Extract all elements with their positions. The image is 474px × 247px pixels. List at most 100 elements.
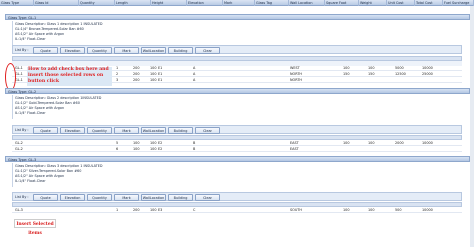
cell-elevation: E1 <box>158 66 163 70</box>
cell-length: 100 <box>133 147 140 151</box>
col-weight[interactable]: Weight <box>359 0 387 6</box>
cell-weight: 100 <box>368 141 375 145</box>
cell-length: 200 <box>133 66 140 70</box>
cell-quantity: 6 <box>116 147 119 151</box>
group-header-gl1[interactable]: Glass Type: GL-1 <box>5 14 470 20</box>
wall-location-button[interactable]: WallLocation <box>141 47 166 54</box>
cell-elevation: E2 <box>158 147 163 151</box>
cell-total-cost: 25000 <box>422 72 433 76</box>
quote-button[interactable]: Quote <box>33 194 58 201</box>
quote-button[interactable]: Quote <box>33 127 58 134</box>
cell-wall-location: EAST <box>290 147 299 151</box>
cell-height: 100 <box>150 141 157 145</box>
desc-line: IL:1/4" Float-Clear <box>15 37 46 41</box>
quantity-button[interactable]: Quantity <box>87 194 112 201</box>
col-wall-location[interactable]: Wall Location <box>289 0 325 6</box>
mark-button[interactable]: Mark <box>114 47 139 54</box>
cell-length: 200 <box>133 208 140 212</box>
vertical-scrollbar[interactable] <box>470 6 474 247</box>
insert-selected-button[interactable]: Insert Selected items <box>14 219 56 236</box>
quote-button[interactable]: Quote <box>33 47 58 54</box>
desc-line: AS:1/2" Air Space with Argon <box>15 174 65 178</box>
elevation-button[interactable]: Elevation <box>60 194 85 201</box>
building-button[interactable]: Building <box>168 194 193 201</box>
desc-line: IL:1/4" Float-Clear <box>15 179 46 183</box>
table-row[interactable]: GL-2 6 100 100 E2 B EAST <box>12 147 462 152</box>
desc-line: GL:1/4" Bronze-Tempered-Solar Ban #60 <box>15 27 84 31</box>
col-total-cost[interactable]: Total Cost <box>415 0 443 6</box>
cell-height: 100 <box>150 72 157 76</box>
table-row[interactable]: GL-3 1 200 100 E3 C SOUTH 100 100 500 10… <box>12 208 462 213</box>
clear-button[interactable]: Clear <box>195 194 220 201</box>
wall-location-button[interactable]: WallLocation <box>141 127 166 134</box>
col-length[interactable]: Length <box>115 0 151 6</box>
desc-line: Glass Description: Glass 1 description 1… <box>15 22 103 26</box>
group-header-gl3[interactable]: Glass Type: GL-3 <box>5 156 470 162</box>
cell-glass-id: GL-1 <box>15 78 23 82</box>
col-unit-cost[interactable]: Unit Cost <box>387 0 415 6</box>
cell-glass-id: GL-1 <box>15 66 23 70</box>
cell-length: 200 <box>133 72 140 76</box>
table-row[interactable]: GL-2 5 100 100 E2 B EAST 100 100 2000 10… <box>12 141 462 146</box>
desc-line: Glass Description: Glass 2 description 1… <box>15 96 102 100</box>
cell-mark: B <box>193 141 196 145</box>
annotation-note: How to add check box here and insert tho… <box>27 67 112 86</box>
desc-line: Glass Description: Glass 3 description 1… <box>15 164 103 168</box>
cell-glass-id: GL-2 <box>15 141 23 145</box>
elevation-button[interactable]: Elevation <box>60 127 85 134</box>
quantity-button[interactable]: Quantity <box>87 47 112 54</box>
cell-height: 100 <box>150 208 157 212</box>
col-glass-tag[interactable]: Glass Tag <box>255 0 289 6</box>
cell-square-foot: 150 <box>343 72 350 76</box>
list-by-label: List By : <box>15 128 29 132</box>
col-height[interactable]: Height <box>151 0 187 6</box>
building-button[interactable]: Building <box>168 47 193 54</box>
col-mark[interactable]: Mark <box>223 0 255 6</box>
list-by-bar: List By : Quote Elevation Quantity Mark … <box>12 125 462 134</box>
col-quantity[interactable]: Quantity <box>79 0 115 6</box>
building-button[interactable]: Building <box>168 127 193 134</box>
mark-button[interactable]: Mark <box>114 127 139 134</box>
cell-mark: A <box>193 66 196 70</box>
quantity-button[interactable]: Quantity <box>87 127 112 134</box>
elevation-button[interactable]: Elevation <box>60 47 85 54</box>
list-by-label: List By : <box>15 48 29 52</box>
cell-total-cost: 10000 <box>422 208 433 212</box>
wall-location-button[interactable]: WallLocation <box>141 194 166 201</box>
col-elevation[interactable]: Elevation <box>187 0 223 6</box>
cell-wall-location: EAST <box>290 141 299 145</box>
group-title: Glass Type: GL-2 <box>8 90 37 94</box>
cell-wall-location: SOUTH <box>290 208 302 212</box>
cell-mark: A <box>193 72 196 76</box>
cell-total-cost: 10000 <box>422 66 433 70</box>
group-title: Glass Type: GL-1 <box>8 16 37 20</box>
clear-button[interactable]: Clear <box>195 127 220 134</box>
glass-description: Glass Description: Glass 2 description 1… <box>12 95 462 119</box>
glass-description: Glass Description: Glass 1 description 1… <box>12 21 462 45</box>
list-by-bar: List By : Quote Elevation Quantity Mark … <box>12 192 462 201</box>
col-glass-type[interactable]: Glass Type <box>0 0 34 6</box>
list-by-label: List By : <box>15 195 29 199</box>
group-header-gl2[interactable]: Glass Type: GL-2 <box>5 88 470 94</box>
cell-total-cost: 10000 <box>422 141 433 145</box>
cell-height: 100 <box>150 78 157 82</box>
col-glass-id[interactable]: Glass Id <box>34 0 79 6</box>
cell-elevation: E2 <box>158 141 163 145</box>
cell-unit-cost: 500 <box>395 208 402 212</box>
cell-length: 200 <box>133 78 140 82</box>
cell-quantity: 1 <box>116 66 119 70</box>
cell-unit-cost: 5000 <box>395 66 404 70</box>
cell-unit-cost: 12500 <box>395 72 406 76</box>
group-title: Glass Type: GL-3 <box>8 158 37 162</box>
grid-header: Glass Type Glass Id Quantity Length Heig… <box>0 0 474 6</box>
cell-quantity: 5 <box>116 141 119 145</box>
cell-weight: 100 <box>368 66 375 70</box>
cell-glass-id: GL-1 <box>15 72 23 76</box>
cell-height: 100 <box>150 147 157 151</box>
mark-button[interactable]: Mark <box>114 194 139 201</box>
cell-square-foot: 100 <box>343 66 350 70</box>
clear-button[interactable]: Clear <box>195 47 220 54</box>
cell-mark: A <box>193 78 196 82</box>
cell-elevation: E1 <box>158 78 163 82</box>
col-square-foot[interactable]: Square Foot <box>325 0 359 6</box>
